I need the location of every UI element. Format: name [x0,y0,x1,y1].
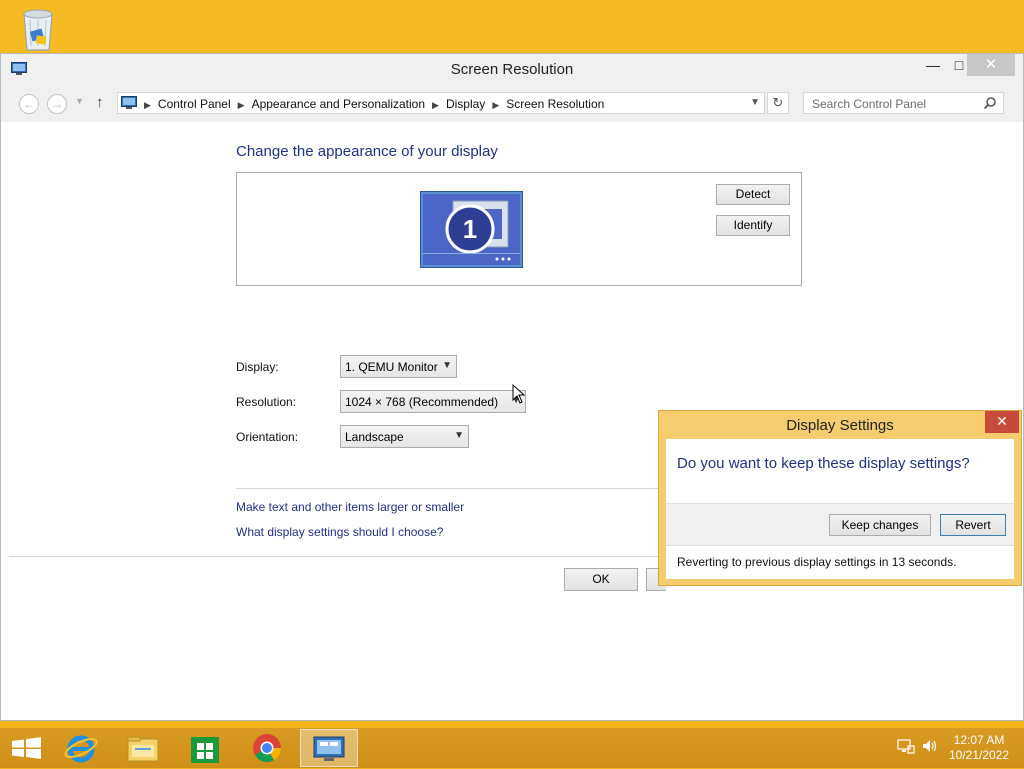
breadcrumb-separator-icon[interactable]: ▶ [238,100,245,110]
display-select[interactable]: 1. QEMU Monitor ▼ [340,355,457,378]
recycle-bin-icon[interactable] [18,6,58,52]
revert-countdown-text: Reverting to previous display settings i… [677,555,957,569]
file-explorer-icon[interactable] [114,729,172,767]
address-dropdown-icon[interactable]: ▼ [750,97,760,108]
chevron-down-icon: ▼ [454,430,464,441]
refresh-button[interactable]: ↻ [767,92,789,114]
breadcrumb-separator-icon[interactable]: ▶ [432,100,439,110]
forward-button[interactable]: → [47,94,67,114]
search-input[interactable] [810,95,984,113]
detect-button[interactable]: Detect [716,184,790,205]
dialog-title: Display Settings [786,417,894,434]
breadcrumb: ▶ Control Panel ▶ Appearance and Personaliz… [144,97,604,111]
control-panel-icon [121,96,137,109]
orientation-select[interactable]: Landscape ▼ [340,425,469,448]
keep-changes-button[interactable]: Keep changes [829,514,931,536]
breadcrumb-separator-icon[interactable]: ▶ [144,100,151,110]
resolution-select[interactable]: 1024 × 768 (Recommended) ▼ [340,390,526,413]
search-box[interactable] [803,92,1004,114]
breadcrumb-separator-icon[interactable]: ▶ [492,100,499,110]
mouse-cursor-icon [512,384,526,404]
clock-date: 10/21/2022 [948,748,1010,762]
section-divider [236,488,660,489]
navigation-bar: ← → ▼ ↑ ▶ Control Panel ▶ Appearance and Pe… [1,84,1023,122]
breadcrumb-appearance[interactable]: Appearance and Personalization [252,97,425,111]
start-icon[interactable] [0,729,58,767]
orientation-select-value: Landscape [345,430,404,444]
text-size-link[interactable]: Make text and other items larger or smal… [236,500,464,514]
screen-resolution-taskbar-button[interactable] [300,729,358,767]
display-settings-dialog: Display Settings ✕ Do you want to keep t… [658,410,1022,586]
volume-icon[interactable] [921,738,939,754]
resolution-label: Resolution: [236,395,297,409]
back-button[interactable]: ← [19,94,39,114]
address-bar[interactable]: ▶ Control Panel ▶ Appearance and Personaliz… [117,92,765,114]
breadcrumb-control-panel[interactable]: Control Panel [158,97,231,111]
breadcrumb-display[interactable]: Display [446,97,485,111]
chrome-icon[interactable] [238,729,296,767]
close-button[interactable]: ✕ [967,54,1015,76]
display-arrangement-panel: 1 Detect Identify [236,172,802,286]
clock-time: 12:07 AM [953,733,1005,747]
orientation-label: Orientation: [236,430,299,444]
display-select-value: 1. QEMU Monitor [345,360,438,374]
screen-resolution-icon [313,736,345,761]
dialog-question: Do you want to keep these display settin… [677,455,970,472]
display-label: Display: [236,360,279,374]
internet-explorer-icon[interactable] [52,729,110,767]
page-title: Change the appearance of your display [236,143,498,160]
resolution-select-value: 1024 × 768 (Recommended) [345,395,499,409]
window-title: Screen Resolution [450,61,574,78]
display-help-link[interactable]: What display settings should I choose? [236,525,443,539]
taskbar: 12:07 AM 10/21/2022 [0,728,1024,768]
revert-button[interactable]: Revert [940,514,1006,536]
minimize-button[interactable]: — [919,54,947,76]
search-icon[interactable] [983,96,997,110]
identify-button[interactable]: Identify [716,215,790,236]
title-bar[interactable]: Screen Resolution — □ ✕ [1,54,1023,84]
network-icon[interactable] [897,738,915,754]
dialog-close-button[interactable]: ✕ [985,411,1019,433]
dialog-divider [666,545,1014,546]
up-button[interactable]: ↑ [96,94,104,111]
dialog-button-bar: Keep changes Revert [666,503,1014,546]
store-icon[interactable] [176,729,234,767]
monitor-1-icon[interactable]: 1 [420,191,523,268]
chevron-down-icon: ▼ [442,360,452,371]
breadcrumb-screen-resolution[interactable]: Screen Resolution [506,97,604,111]
ok-button[interactable]: OK [564,568,638,591]
monitor-number-label: 1 [463,214,477,244]
system-clock[interactable]: 12:07 AM 10/21/2022 [940,733,1018,763]
recent-locations-dropdown-icon[interactable]: ▼ [75,96,84,106]
dialog-body: Do you want to keep these display settin… [666,439,1014,579]
